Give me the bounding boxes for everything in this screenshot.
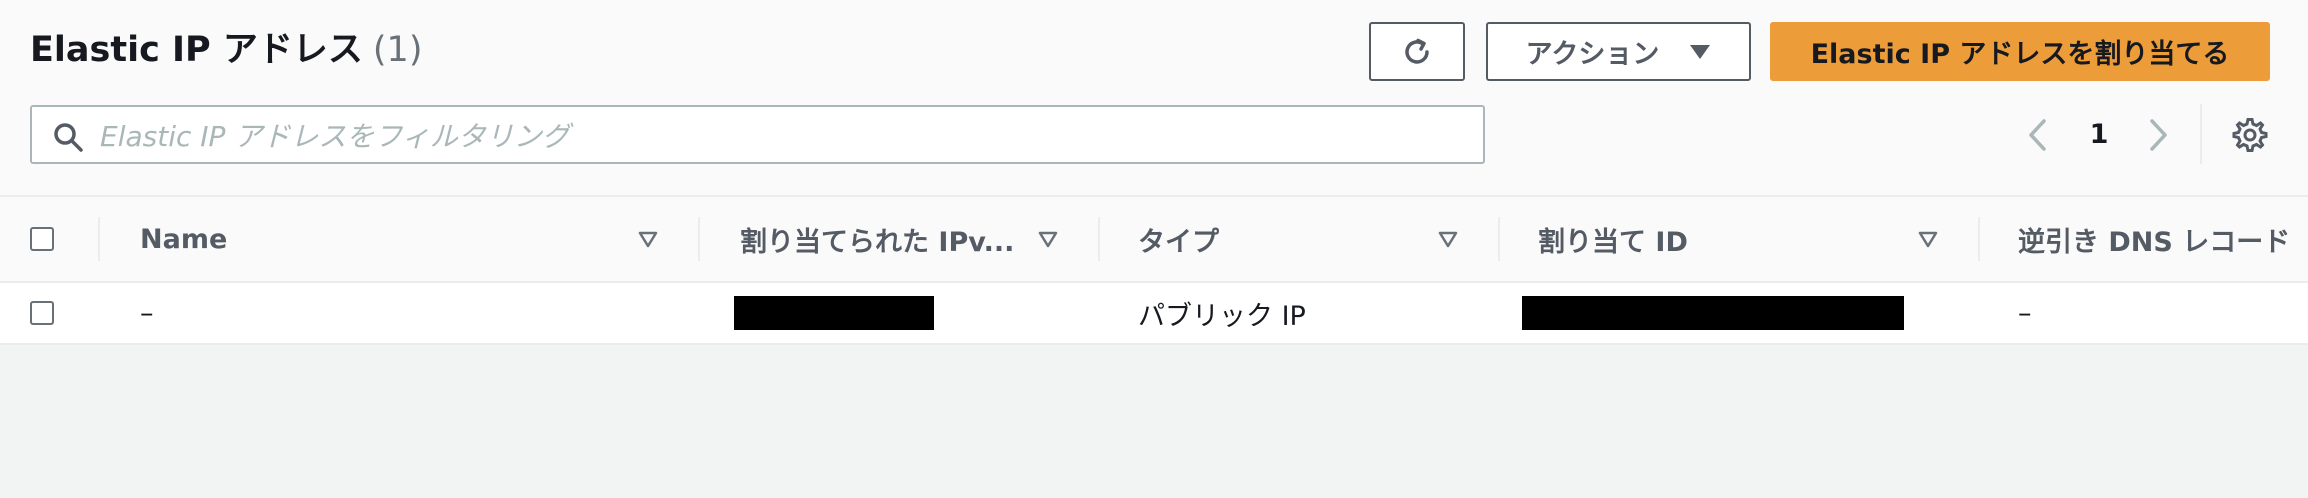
actions-label: アクション — [1525, 39, 1660, 70]
cell-allocated-ipv4 — [698, 282, 1098, 344]
allocate-label: Elastic IP アドレスを割り当てる — [1810, 39, 2230, 70]
caret-down-icon — [1690, 44, 1711, 59]
reverse-dns-value: – — [2018, 297, 2032, 329]
chevron-left-icon[interactable] — [2026, 118, 2050, 152]
column-divider — [98, 217, 100, 261]
column-header-allocated-ipv4[interactable]: 割り当てられた IPv... — [698, 197, 1098, 282]
filter-search-input[interactable] — [98, 111, 1462, 161]
current-page-number[interactable]: 1 — [2086, 114, 2112, 156]
type-value: パブリック IP — [1138, 300, 1306, 332]
table-header-row: Name 割り当てられた IPv... タイプ 割り当て ID 逆引き DNS … — [0, 197, 2308, 282]
column-header-label: 割り当てられた IPv... — [740, 226, 1015, 258]
cell-allocation-id — [1498, 282, 1978, 344]
row-checkbox[interactable] — [30, 301, 54, 325]
column-header-label: 割り当て ID — [1538, 226, 1688, 258]
cell-name: – — [98, 282, 698, 344]
gear-icon[interactable] — [2232, 117, 2268, 153]
sort-caret-icon — [1038, 231, 1058, 248]
allocate-elastic-ip-button[interactable]: Elastic IP アドレスを割り当てる — [1770, 22, 2270, 81]
cell-type: パブリック IP — [1098, 282, 1498, 344]
actions-dropdown-button[interactable]: アクション — [1486, 22, 1751, 81]
column-divider — [698, 217, 700, 261]
redacted-allocation-id — [1522, 296, 1904, 330]
column-header-reverse-dns[interactable]: 逆引き DNS レコード — [1978, 197, 2308, 282]
row-select-cell — [0, 282, 98, 344]
table-row[interactable]: – パブリック IP – — [0, 282, 2308, 344]
column-divider — [1498, 217, 1500, 261]
column-divider — [1098, 217, 1100, 261]
name-value: – — [140, 297, 154, 329]
redacted-ipv4 — [734, 296, 934, 330]
pager-divider — [2200, 104, 2202, 164]
sort-caret-icon — [1918, 231, 1938, 248]
column-header-type[interactable]: タイプ — [1098, 197, 1498, 282]
elastic-ip-table: Name 割り当てられた IPv... タイプ 割り当て ID 逆引き DNS … — [0, 197, 2308, 345]
select-all-cell — [0, 197, 98, 282]
item-count: (1) — [372, 30, 423, 70]
search-icon — [54, 123, 83, 152]
cell-reverse-dns: – — [1978, 282, 2308, 344]
column-header-label: Name — [140, 223, 228, 255]
refresh-button[interactable] — [1369, 22, 1465, 81]
elastic-ip-panel: Elastic IP アドレス (1) アクション Elastic IP アドレス… — [0, 0, 2308, 345]
sort-caret-icon — [638, 231, 658, 248]
column-header-allocation-id[interactable]: 割り当て ID — [1498, 197, 1978, 282]
chevron-right-icon[interactable] — [2146, 118, 2170, 152]
sort-caret-icon — [1438, 231, 1458, 248]
column-header-name[interactable]: Name — [98, 197, 698, 282]
column-header-label: タイプ — [1138, 226, 1219, 258]
filter-search-box[interactable] — [30, 105, 1485, 164]
column-header-label: 逆引き DNS レコード — [2018, 226, 2291, 258]
column-divider — [1978, 217, 1980, 261]
panel-header: Elastic IP アドレス (1) アクション Elastic IP アドレス… — [0, 0, 2308, 197]
page-title: Elastic IP アドレス (1) — [30, 24, 422, 76]
select-all-checkbox[interactable] — [30, 227, 54, 251]
refresh-icon — [1405, 38, 1429, 64]
page-title-text: Elastic IP アドレス — [30, 30, 363, 70]
